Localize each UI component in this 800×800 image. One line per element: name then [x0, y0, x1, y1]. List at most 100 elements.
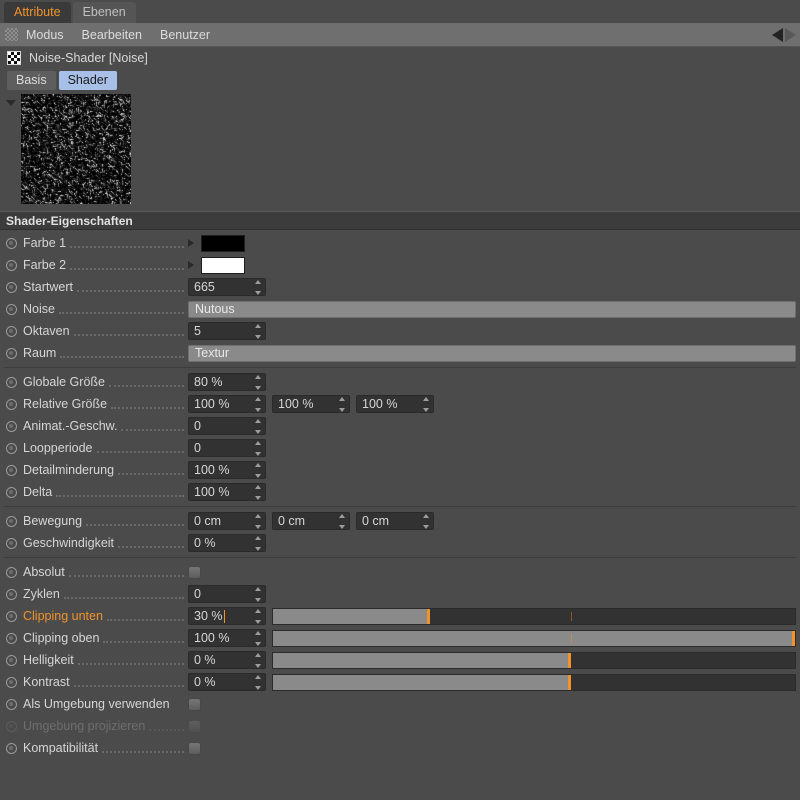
slider-clipping-unten[interactable] [272, 607, 796, 625]
number-field[interactable]: 0 % [188, 534, 266, 552]
spinner-arrows-icon[interactable] [254, 631, 262, 646]
number-field[interactable]: 100 % [272, 395, 350, 413]
field-value: 0 [194, 419, 201, 433]
number-field[interactable]: 80 % [188, 373, 266, 391]
subtab-basis[interactable]: Basis [7, 70, 56, 90]
menu-item-benutzer[interactable]: Benutzer [160, 28, 210, 42]
number-field[interactable]: 100 % [188, 483, 266, 501]
animation-track-icon[interactable] [6, 720, 17, 732]
number-field[interactable]: 30 % [188, 607, 266, 625]
disclosure-triangle-icon[interactable] [6, 100, 16, 106]
animation-track-icon[interactable] [6, 259, 17, 271]
number-field[interactable]: 5 [188, 322, 266, 340]
animation-track-icon[interactable] [6, 566, 17, 578]
slider-clipping-oben[interactable] [272, 629, 796, 647]
slider-helligkeit[interactable] [272, 651, 796, 669]
spinner-arrows-icon[interactable] [254, 653, 262, 668]
spinner-arrows-icon[interactable] [422, 397, 430, 412]
spinner-arrows-icon[interactable] [254, 419, 262, 434]
number-field[interactable]: 100 % [188, 629, 266, 647]
number-field[interactable]: 0 [188, 417, 266, 435]
slider-handle[interactable] [567, 674, 571, 690]
color-expand-triangle-icon[interactable] [188, 239, 194, 247]
dropdown-noise[interactable]: Nutous [188, 300, 796, 318]
animation-track-icon[interactable] [6, 515, 17, 527]
animation-track-icon[interactable] [6, 398, 17, 410]
animation-track-icon[interactable] [6, 486, 17, 498]
spinner-arrows-icon[interactable] [254, 536, 262, 551]
nav-back-arrow-icon[interactable] [772, 28, 783, 42]
spinner-arrows-icon[interactable] [422, 514, 430, 529]
animation-track-icon[interactable] [6, 281, 17, 293]
parameter-label: Umgebung projizieren [23, 719, 146, 733]
animation-track-icon[interactable] [6, 610, 17, 622]
spinner-arrows-icon[interactable] [254, 587, 262, 602]
number-field[interactable]: 0 cm [356, 512, 434, 530]
number-field[interactable]: 0 [188, 439, 266, 457]
animation-track-icon[interactable] [6, 464, 17, 476]
spinner-arrows-icon[interactable] [254, 280, 262, 295]
checkbox-umgebung-projizieren[interactable] [188, 719, 201, 733]
color-swatch[interactable] [201, 234, 245, 252]
spinner-arrows-icon[interactable] [254, 324, 262, 339]
number-field[interactable]: 0 [188, 585, 266, 603]
number-field[interactable]: 100 % [188, 461, 266, 479]
animation-track-icon[interactable] [6, 588, 17, 600]
number-field[interactable]: 0 % [188, 651, 266, 669]
tab-ebenen[interactable]: Ebenen [72, 2, 136, 23]
animation-track-icon[interactable] [6, 698, 17, 710]
spinner-arrows-icon[interactable] [254, 375, 262, 390]
parameter-row-kompatibilitaet: Kompatibilität [0, 737, 800, 759]
slider-handle[interactable] [426, 608, 430, 624]
animation-track-icon[interactable] [6, 376, 17, 388]
label-leader-dots [96, 443, 184, 453]
subtab-shader[interactable]: Shader [58, 70, 117, 90]
spinner-arrows-icon[interactable] [338, 397, 346, 412]
animation-track-icon[interactable] [6, 442, 17, 454]
dropdown-raum[interactable]: Textur [188, 344, 796, 362]
number-field[interactable]: 0 cm [188, 512, 266, 530]
spinner-arrows-icon[interactable] [338, 514, 346, 529]
animation-track-icon[interactable] [6, 237, 17, 249]
spinner-arrows-icon[interactable] [254, 441, 262, 456]
nav-forward-arrow-icon[interactable] [785, 28, 796, 42]
animation-track-icon[interactable] [6, 742, 17, 754]
number-field[interactable]: 100 % [188, 395, 266, 413]
color-swatch[interactable] [201, 256, 245, 274]
number-field[interactable]: 100 % [356, 395, 434, 413]
animation-track-icon[interactable] [6, 347, 17, 359]
animation-track-icon[interactable] [6, 420, 17, 432]
checkbox-als-umgebung-verwenden[interactable] [188, 697, 201, 711]
animation-track-icon[interactable] [6, 303, 17, 315]
animation-track-icon[interactable] [6, 537, 17, 549]
menu-item-bearbeiten[interactable]: Bearbeiten [82, 28, 142, 42]
grip-icon[interactable] [5, 28, 18, 41]
slider-kontrast[interactable] [272, 673, 796, 691]
spinner-arrows-icon[interactable] [254, 609, 262, 624]
animation-track-icon[interactable] [6, 632, 17, 644]
menu-item-modus[interactable]: Modus [26, 28, 64, 42]
number-field[interactable]: 0 cm [272, 512, 350, 530]
tab-attribute[interactable]: Attribute [4, 2, 71, 23]
checkbox-absolut[interactable] [188, 565, 201, 579]
checkbox-kompatibilitaet[interactable] [188, 741, 201, 755]
animation-track-icon[interactable] [6, 325, 17, 337]
spinner-arrows-icon[interactable] [254, 675, 262, 690]
parameter-row-delta: Delta 100 % [0, 481, 800, 503]
slider-handle[interactable] [792, 630, 795, 646]
color-expand-triangle-icon[interactable] [188, 261, 194, 269]
number-field[interactable]: 665 [188, 278, 266, 296]
spinner-arrows-icon[interactable] [254, 485, 262, 500]
spinner-arrows-icon[interactable] [254, 463, 262, 478]
parameter-label-cell: Raum [6, 346, 188, 360]
spinner-arrows-icon[interactable] [254, 514, 262, 529]
animation-track-icon[interactable] [6, 676, 17, 688]
spinner-arrows-icon[interactable] [254, 397, 262, 412]
parameter-row-umgebung-projizieren: Umgebung projizieren [0, 715, 800, 737]
label-leader-dots [106, 611, 184, 621]
slider-fill [273, 674, 571, 690]
shader-preview-thumbnail[interactable] [21, 94, 131, 204]
animation-track-icon[interactable] [6, 654, 17, 666]
number-field[interactable]: 0 % [188, 673, 266, 691]
slider-handle[interactable] [567, 652, 571, 668]
